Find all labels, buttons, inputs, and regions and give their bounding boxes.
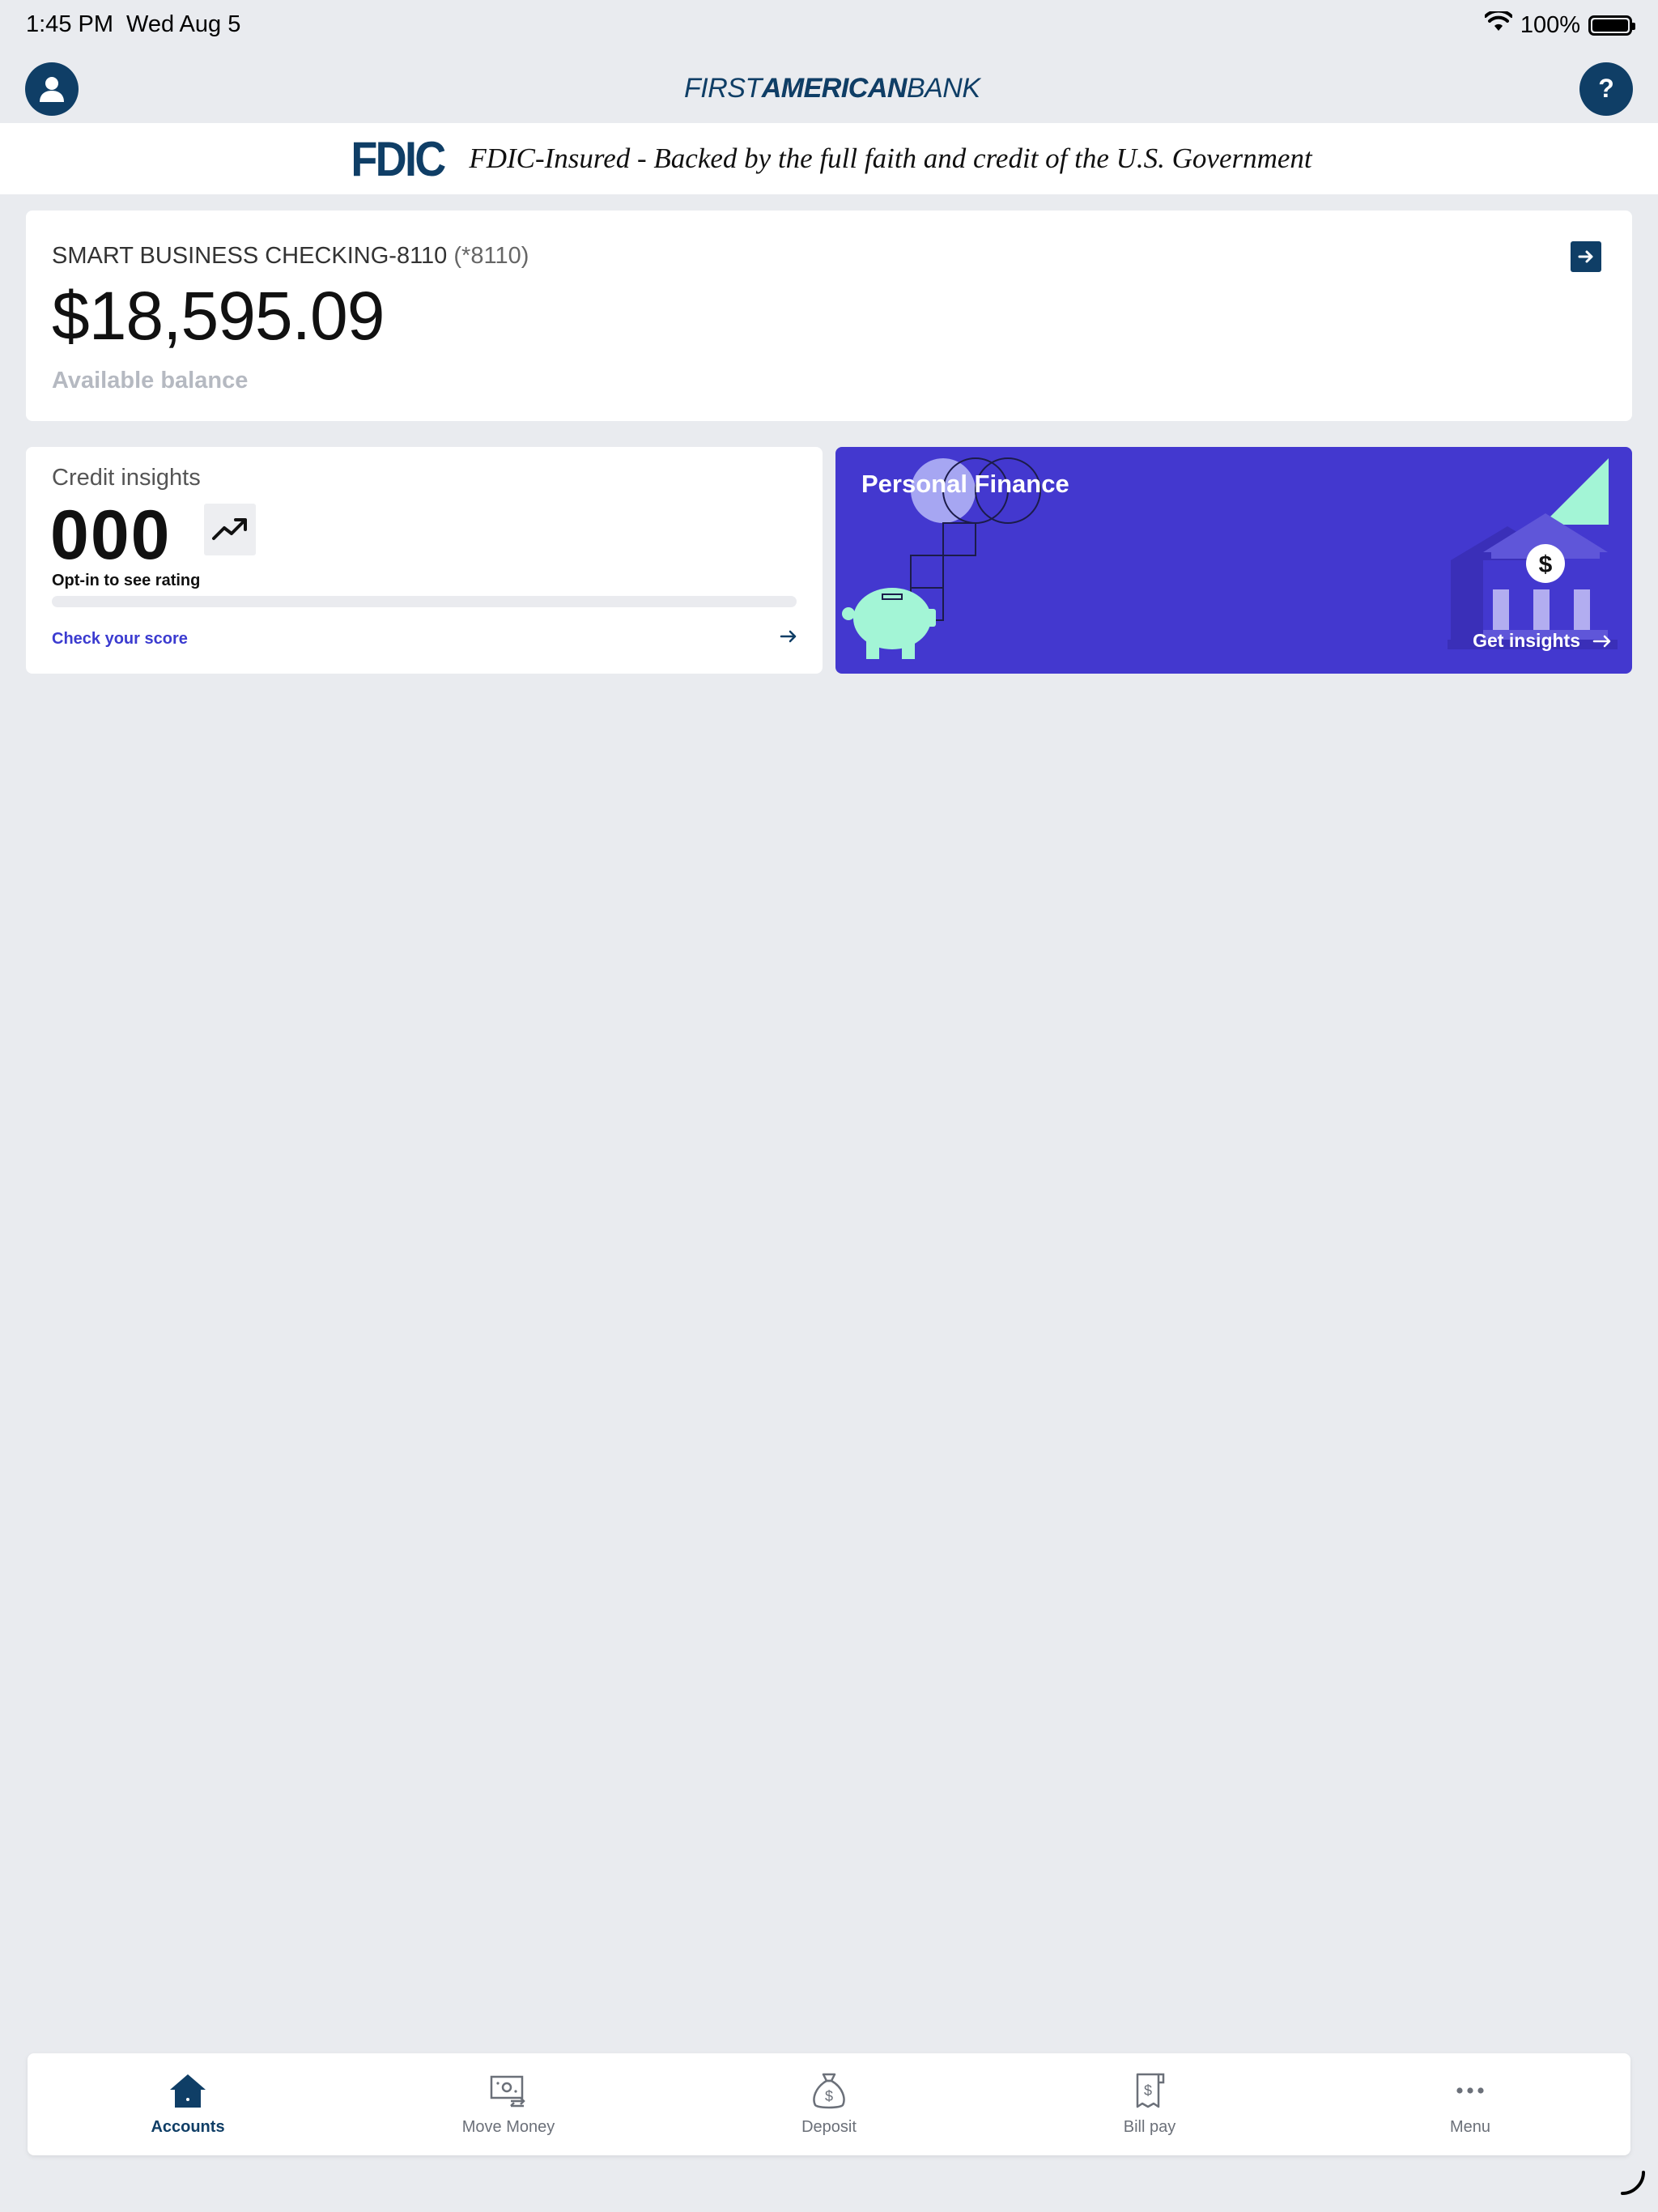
more-dots-icon xyxy=(1450,2069,1490,2112)
get-insights-button[interactable]: Get insights xyxy=(1473,630,1613,652)
credit-optin-text: Opt-in to see rating xyxy=(52,572,201,589)
account-number: (*8110) xyxy=(453,243,529,269)
transfer-money-icon xyxy=(488,2069,529,2112)
account-title: SMART BUSINESS CHECKING-8110 xyxy=(52,243,448,269)
tab-label: Menu xyxy=(1449,2118,1491,2136)
account-balance: $18,595.09 xyxy=(52,278,385,354)
help-question-icon: ? xyxy=(1598,74,1614,103)
arrow-right-icon[interactable] xyxy=(779,628,798,649)
person-icon xyxy=(40,77,64,102)
tab-bill-pay[interactable]: $ Bill pay xyxy=(989,2053,1310,2155)
personal-finance-title: Personal Finance xyxy=(861,470,1069,498)
piggy-bank-icon xyxy=(842,588,936,659)
logo-american: AMERICAN xyxy=(761,73,908,104)
battery-percent: 100% xyxy=(1520,11,1580,38)
account-card[interactable]: SMART BUSINESS CHECKING-8110 (*8110) $18… xyxy=(26,211,1632,421)
help-button[interactable]: ? xyxy=(1579,62,1633,116)
fdic-banner: FDIC FDIC-Insured - Backed by the full f… xyxy=(0,123,1658,194)
credit-progress-bar xyxy=(52,596,797,607)
credit-score: 000 xyxy=(50,496,172,574)
tab-move-money[interactable]: Move Money xyxy=(348,2053,669,2155)
resize-handle-icon xyxy=(1619,2169,1647,2201)
account-name: SMART BUSINESS CHECKING-8110 (*8110) xyxy=(52,243,529,270)
svg-text:$: $ xyxy=(1539,551,1553,578)
arrow-right-icon xyxy=(1592,635,1611,647)
arrow-right-icon xyxy=(1578,250,1593,263)
get-insights-label: Get insights xyxy=(1473,630,1580,651)
app-header: FIRSTAMERICANBANK ? xyxy=(0,52,1658,123)
profile-button[interactable] xyxy=(25,62,79,116)
bill-receipt-icon: $ xyxy=(1129,2069,1170,2112)
personal-finance-card[interactable]: $ Personal Finance Get insights xyxy=(835,447,1632,674)
fdic-text: FDIC-Insured - Backed by the full faith … xyxy=(469,143,1312,174)
tab-deposit[interactable]: $ Deposit xyxy=(669,2053,989,2155)
tab-accounts[interactable]: Accounts xyxy=(28,2053,348,2155)
account-detail-button[interactable] xyxy=(1571,241,1601,272)
svg-text:$: $ xyxy=(1144,2082,1152,2099)
tab-label: Accounts xyxy=(151,2118,225,2136)
balance-label: Available balance xyxy=(52,368,249,393)
status-date: Wed Aug 5 xyxy=(126,11,241,37)
tab-label: Move Money xyxy=(461,2118,555,2136)
logo-first: FIRST xyxy=(684,73,762,104)
status-time: 1:45 PM xyxy=(26,11,113,37)
logo-bank: BANK xyxy=(906,73,980,104)
tab-label: Bill pay xyxy=(1123,2118,1176,2136)
check-score-link[interactable]: Check your score xyxy=(52,630,188,649)
home-icon xyxy=(168,2069,208,2112)
status-bar: 1:45 PM Wed Aug 5 100% xyxy=(0,0,1658,52)
credit-title: Credit insights xyxy=(52,465,201,491)
tab-label: Deposit xyxy=(801,2118,857,2136)
trend-up-icon xyxy=(204,504,256,555)
credit-insights-card[interactable]: Credit insights 000 Opt-in to see rating… xyxy=(26,447,823,674)
money-bag-icon: $ xyxy=(809,2069,849,2112)
bottom-tab-bar: Accounts Move Money $ Deposit $ Bill pay… xyxy=(28,2053,1630,2155)
fdic-logo: FDIC xyxy=(351,131,447,186)
status-indicators: 100% xyxy=(1483,9,1635,39)
svg-text:$: $ xyxy=(825,2088,833,2104)
svg-text:?: ? xyxy=(1598,74,1614,103)
wifi-icon xyxy=(1483,9,1513,39)
bank-logo: FIRSTAMERICANBANK xyxy=(684,73,980,104)
battery-icon xyxy=(1588,15,1635,36)
tab-menu[interactable]: Menu xyxy=(1310,2053,1630,2155)
